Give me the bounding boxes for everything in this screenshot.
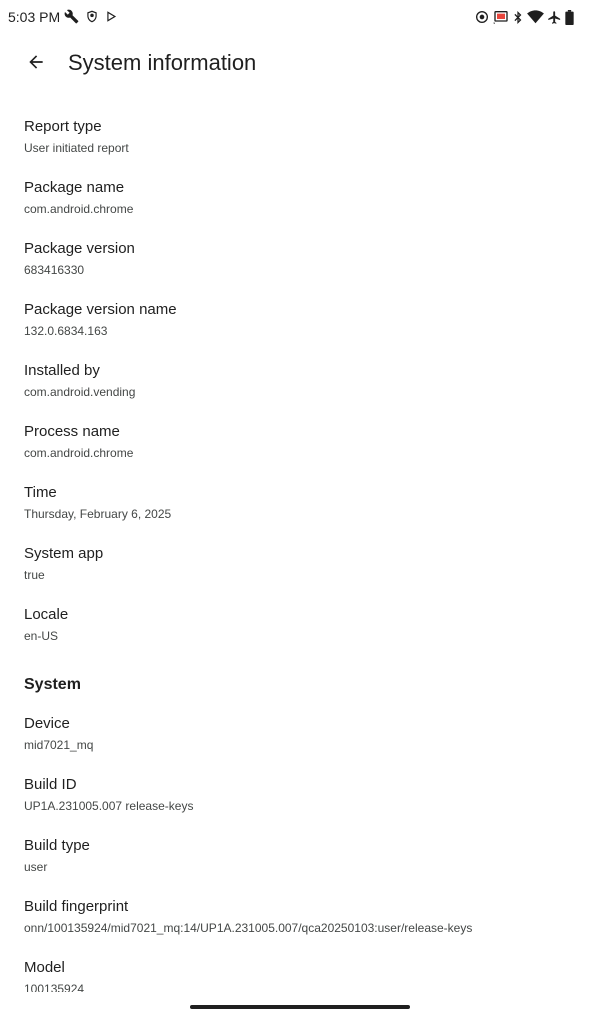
info-value: true (24, 568, 45, 582)
info-item-installed-by: Installed by com.android.vending (24, 360, 584, 421)
info-label: Report type (24, 118, 102, 135)
info-item-package-name: Package name com.android.chrome (24, 177, 584, 238)
info-label: Time (24, 484, 57, 501)
info-value: UP1A.231005.007 release-keys (24, 799, 194, 813)
info-item-system-app: System app true (24, 543, 584, 604)
status-notification-icons (64, 9, 119, 24)
back-button[interactable] (20, 48, 52, 80)
info-value: com.android.chrome (24, 446, 134, 460)
info-value: com.android.vending (24, 385, 136, 399)
airplane-icon (547, 10, 562, 25)
battery-icon (565, 9, 574, 25)
cast-icon (493, 10, 509, 24)
shield-icon (85, 9, 99, 24)
info-item-build-id: Build ID UP1A.231005.007 release-keys (24, 774, 584, 835)
wifi-icon (527, 10, 544, 24)
info-value: User initiated report (24, 141, 129, 155)
info-value: 100135924 (24, 982, 85, 992)
info-label: Build type (24, 837, 90, 854)
info-label: Installed by (24, 362, 100, 379)
page-title: System information (68, 50, 257, 75)
info-value: en-US (24, 629, 59, 643)
gesture-nav-handle[interactable] (190, 1005, 410, 1009)
info-item-locale: Locale en-US (24, 604, 584, 665)
bluetooth-icon (512, 10, 524, 25)
info-item-device: Device mid7021_mq (24, 713, 584, 774)
info-item-model: Model 100135924 (24, 957, 584, 992)
play-store-icon (105, 9, 119, 24)
info-value: 132.0.6834.163 (24, 324, 108, 338)
info-item-build-fingerprint: Build fingerprint onn/100135924/mid7021_… (24, 896, 584, 957)
status-bar: 5:03 PM (0, 0, 600, 34)
info-label: Package version name (24, 301, 177, 318)
info-label: Model (24, 959, 65, 976)
system-info-list: Report type User initiated report Packag… (24, 116, 584, 992)
status-time: 5:03 PM (8, 9, 61, 25)
info-value: com.android.chrome (24, 202, 134, 216)
info-label: Locale (24, 606, 69, 623)
wrench-icon (64, 9, 79, 24)
status-system-icons (474, 9, 574, 25)
info-label: Build fingerprint (24, 898, 129, 915)
info-value: 683416330 (24, 263, 85, 277)
info-item-time: Time Thursday, February 6, 2025 (24, 482, 584, 543)
info-label: Package version (24, 240, 135, 257)
info-label: Package name (24, 179, 125, 196)
info-label: Device (24, 715, 70, 732)
section-header-system: System (24, 665, 584, 713)
info-label: System app (24, 545, 104, 562)
app-bar: System information (0, 34, 600, 94)
info-item-package-version: Package version 683416330 (24, 238, 584, 299)
section-title: System (24, 676, 81, 693)
info-label: Process name (24, 423, 120, 440)
info-item-package-version-name: Package version name 132.0.6834.163 (24, 299, 584, 360)
info-item-process-name: Process name com.android.chrome (24, 421, 584, 482)
info-label: Build ID (24, 776, 77, 793)
info-value: onn/100135924/mid7021_mq:14/UP1A.231005.… (24, 921, 473, 935)
info-value: user (24, 860, 48, 874)
info-item-report-type: Report type User initiated report (24, 116, 584, 177)
arrow-back-icon[interactable] (26, 52, 46, 77)
info-value: Thursday, February 6, 2025 (24, 507, 172, 521)
info-item-build-type: Build type user (24, 835, 584, 896)
location-icon (474, 9, 490, 25)
info-value: mid7021_mq (24, 738, 94, 752)
